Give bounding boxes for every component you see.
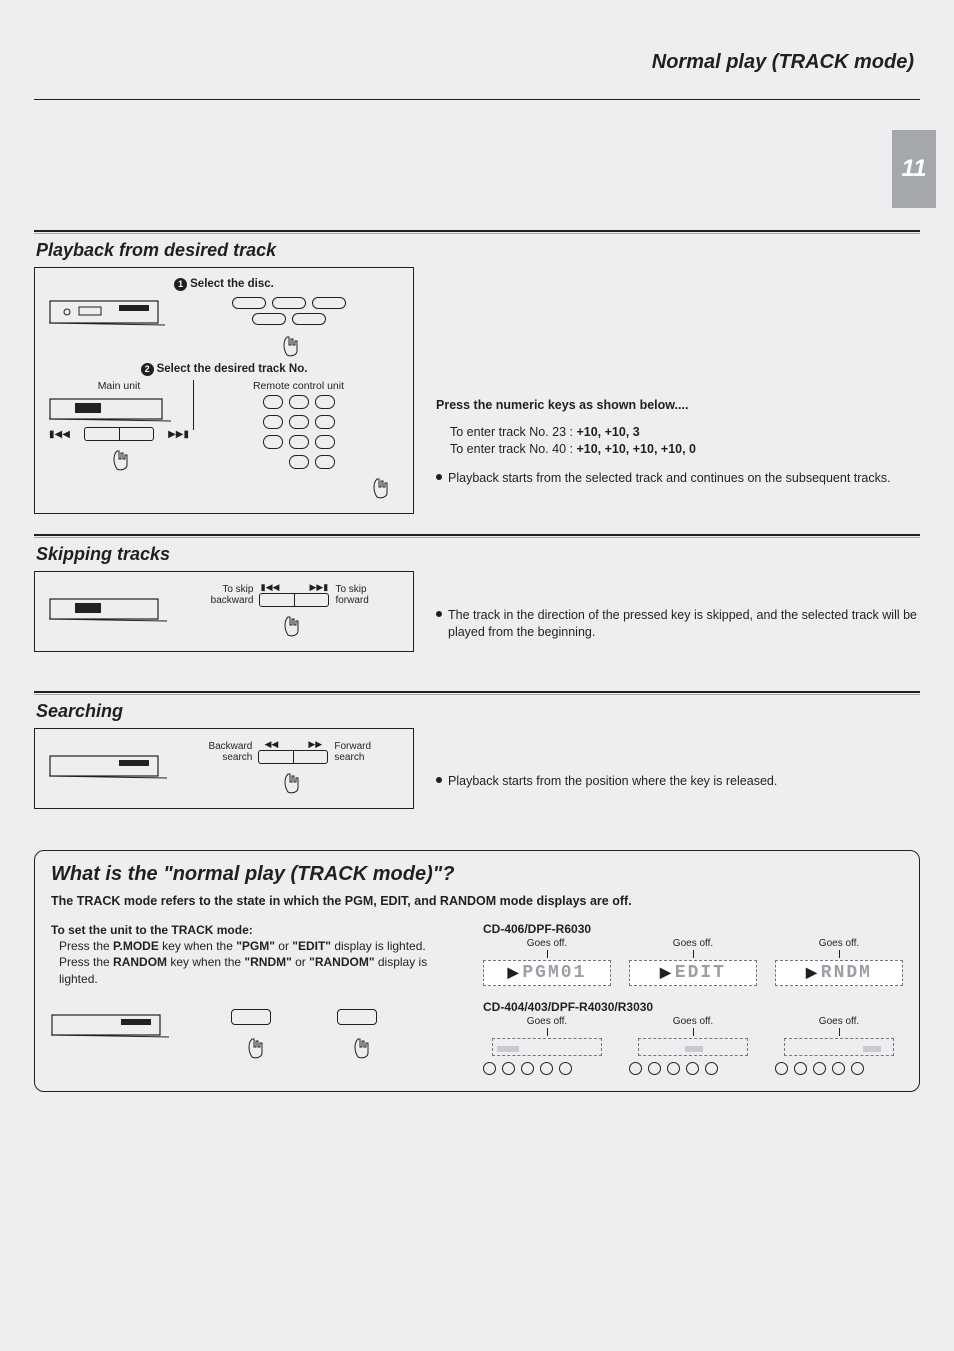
skip-backward-label: To skip backward [181,584,253,606]
goes-off-label: Goes off. [775,1016,903,1027]
section-title-skipping: Skipping tracks [36,544,920,565]
skip-forward-label: To skip forward [335,584,399,606]
section-title-searching: Searching [36,701,920,722]
section-title-playback: Playback from desired track [36,240,920,261]
fast-forward-icon: ▶▶ [308,739,322,750]
cd-player-illustration [49,750,169,784]
finger-press-icon [348,1031,372,1059]
cd-player-illustration [51,1009,171,1043]
cd-player-illustration [49,593,169,627]
step-2-label: 2Select the desired track No. [49,363,399,376]
skip-back-icon: ▮◀◀ [49,429,70,440]
main-unit-label: Main unit [49,380,189,392]
bullet-icon [436,474,442,480]
set-mode-heading: To set the unit to the TRACK mode: [51,922,455,938]
skip-forward-icon: ▶▶▮ [309,582,328,593]
goes-off-label: Goes off. [629,1016,757,1027]
backward-search-label: Backward search [181,741,252,763]
display-bar-rndm [784,1038,894,1056]
skipping-note: The track in the direction of the presse… [448,607,920,641]
page-title: Normal play (TRACK mode) [652,51,920,74]
bullet-icon [436,777,442,783]
skipping-diagram: To skip backward ▮◀◀ ▶▶▮ To skip forward [34,571,414,652]
page-number: 11 [902,155,927,183]
step-2-text: Select the desired track No. [157,363,308,375]
display-pgm: ▶PGM01 [483,960,611,986]
skip-forward-icon: ▶▶▮ [168,429,189,440]
step-1-label: 1Select the disc. [49,278,399,291]
finger-press-icon [242,1031,266,1059]
finger-press-icon [367,471,391,499]
display-rndm: ▶RNDM [775,960,903,986]
finger-press-icon [107,443,131,471]
display-bar-edit [638,1038,748,1056]
rewind-icon: ◀◀ [265,739,279,750]
random-button[interactable] [337,1009,377,1025]
searching-diagram: Backward search ◀◀ ▶▶ Forward search [34,728,414,809]
page-header: Normal play (TRACK mode) [34,28,920,100]
info-title: What is the "normal play (TRACK mode)"? [51,863,903,886]
searching-note: Playback starts from the position where … [448,773,777,790]
info-subtitle: The TRACK mode refers to the state in wh… [51,894,903,908]
model-b-heading: CD-404/403/DPF-R4030/R3030 [483,1000,903,1014]
playback-diagram: 1Select the disc. [34,267,414,514]
numeric-keys-heading: Press the numeric keys as shown below...… [436,397,920,414]
pmode-button[interactable] [231,1009,271,1025]
section-rule [34,230,920,234]
remote-unit-label: Remote control unit [198,380,399,392]
section-rule [34,691,920,695]
display-edit: ▶EDIT [629,960,757,986]
goes-off-label: Goes off. [775,938,903,949]
forward-search-label: Forward search [334,741,399,763]
skip-rocker-button[interactable] [259,593,329,607]
section-rule [34,534,920,538]
track-rocker-button[interactable] [84,427,154,441]
display-bar-pgm [492,1038,602,1056]
set-mode-line-2: Press the RANDOM key when the "RNDM" or … [51,954,455,986]
goes-off-label: Goes off. [483,1016,611,1027]
page-number-badge: 11 [892,130,936,208]
set-mode-line-1: Press the P.MODE key when the "PGM" or "… [51,938,455,954]
goes-off-label: Goes off. [629,938,757,949]
search-rocker-button[interactable] [258,750,328,764]
cd-player-illustration-2 [49,395,179,425]
bullet-icon [436,611,442,617]
example-track-23: To enter track No. 23 : +10, +10, 3 [450,424,920,441]
track-mode-info-card: What is the "normal play (TRACK mode)"? … [34,850,920,1092]
cd-player-illustration [49,295,169,331]
step-1-text: Select the disc. [190,278,274,290]
finger-press-icon [278,609,302,637]
finger-press-icon [277,329,301,357]
playback-note: Playback starts from the selected track … [448,470,891,487]
example-track-40: To enter track No. 40 : +10, +10, +10, +… [450,441,920,458]
model-a-heading: CD-406/DPF-R6030 [483,922,903,936]
numeric-keypad[interactable] [198,395,399,469]
goes-off-label: Goes off. [483,938,611,949]
skip-back-icon: ▮◀◀ [261,582,280,593]
finger-press-icon [278,766,302,794]
